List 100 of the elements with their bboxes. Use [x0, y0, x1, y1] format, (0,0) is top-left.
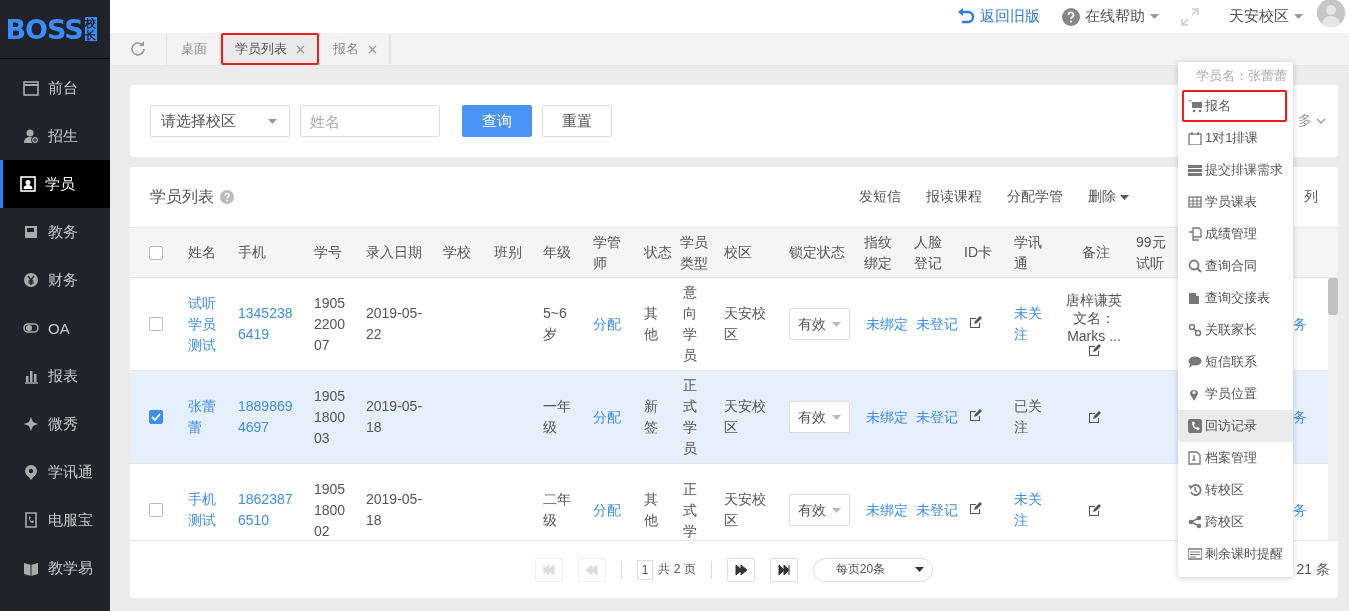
student-name-link[interactable]: 手机测试	[181, 489, 231, 531]
menu-item[interactable]: 档案管理	[1178, 442, 1293, 474]
column-header: 学号	[313, 243, 343, 262]
checkbox[interactable]	[148, 245, 163, 260]
campus-select[interactable]: 请选择校区	[150, 105, 290, 137]
menu-item[interactable]: 短信联系	[1178, 346, 1293, 378]
caret-icon	[832, 414, 841, 420]
total-count: 21 条	[1296, 560, 1331, 579]
table-cell-text: 二年级	[542, 490, 572, 530]
next-page-button[interactable]	[726, 557, 755, 582]
menu-item[interactable]: 报名	[1182, 90, 1287, 122]
close-icon[interactable]	[368, 44, 377, 54]
sidebar-item[interactable]: 教务	[0, 208, 110, 256]
help-menu[interactable]: 在线帮助	[1062, 7, 1159, 26]
logo: BOSS	[5, 13, 83, 45]
menu-item[interactable]: 跨校区	[1178, 506, 1293, 538]
checkbox[interactable]	[148, 503, 163, 517]
expand-icon[interactable]	[1181, 7, 1199, 26]
back-link[interactable]: 返回旧版	[957, 7, 1040, 26]
location-pin-icon	[23, 464, 39, 480]
lock-select[interactable]: 有效	[789, 494, 850, 526]
table-cell-text: 新签	[643, 397, 659, 437]
lock-select[interactable]: 有效	[789, 401, 850, 433]
toolbar-action[interactable]: 删除	[1088, 188, 1129, 206]
checkbox[interactable]	[148, 410, 163, 424]
table-cell-text: 2019-05-22	[365, 304, 424, 344]
sidebar-item[interactable]: 学讯通	[0, 448, 110, 496]
menu-item[interactable]: 成绩管理	[1178, 218, 1293, 250]
caret-icon	[268, 118, 277, 124]
follow-link[interactable]: 未关注	[1007, 303, 1059, 345]
sidebar-item[interactable]: 财务	[0, 256, 110, 304]
edit-icon[interactable]	[969, 408, 982, 422]
menu-item[interactable]: 转校区	[1178, 474, 1293, 506]
table-cell-text: 1905180002	[313, 479, 347, 540]
file-icon	[1188, 451, 1202, 465]
sidebar-item[interactable]: 报表	[0, 352, 110, 400]
sidebar-item[interactable]: 招生	[0, 112, 110, 160]
refresh-icon[interactable]	[129, 40, 147, 58]
edit-icon[interactable]	[1087, 503, 1101, 517]
sidebar-item[interactable]: OA	[0, 304, 110, 352]
column-header: 学管师	[592, 232, 622, 273]
page-field[interactable]: 1	[636, 559, 654, 580]
bind-link[interactable]: 未绑定	[857, 313, 907, 335]
toolbar-action[interactable]: 分配学管	[1007, 188, 1063, 206]
book-open-icon	[23, 560, 39, 576]
link-icon	[1188, 323, 1202, 337]
edit-icon[interactable]	[969, 501, 982, 515]
calendar-icon	[1188, 131, 1202, 145]
sidebar-item[interactable]: 前台	[0, 64, 110, 112]
column-header: 年级	[542, 243, 572, 262]
checkbox[interactable]	[148, 317, 163, 331]
share-icon	[1188, 515, 1202, 529]
tab[interactable]: 学员列表	[221, 33, 319, 65]
table-icon	[1188, 195, 1202, 209]
menu-item[interactable]: 查询交接表	[1178, 282, 1293, 314]
menu-item[interactable]: 学员课表	[1178, 186, 1293, 218]
reset-button[interactable]: 重置	[542, 105, 612, 137]
toolbar-action[interactable]: 发短信	[859, 188, 901, 206]
assign-link[interactable]: 分配	[586, 499, 637, 521]
menu-item[interactable]: 回访记录	[1178, 410, 1293, 442]
sidebar-item[interactable]: 教学易	[0, 544, 110, 592]
cart-icon	[1188, 99, 1202, 113]
help-icon	[1062, 7, 1080, 26]
fast-forward-icon	[733, 562, 748, 577]
menu-item[interactable]: 剩余课时提醒	[1178, 538, 1293, 570]
last-page-button[interactable]	[769, 557, 798, 582]
menu-item[interactable]: 查询合同	[1178, 250, 1293, 282]
logo-badge: 校长	[84, 17, 97, 41]
table-cell-text: 其他	[643, 490, 659, 530]
book-icon	[23, 224, 39, 240]
student-name-link[interactable]: 试听学员测试	[181, 292, 231, 356]
caret-icon	[915, 567, 925, 572]
caret-icon	[1120, 194, 1129, 200]
edit-icon[interactable]	[1087, 410, 1101, 424]
bind-link[interactable]: 未绑定	[857, 499, 907, 521]
follow-link[interactable]: 未关注	[1007, 489, 1059, 531]
sidebar-item[interactable]: 电服宝	[0, 496, 110, 544]
table-cell-text: 1905220007	[313, 293, 347, 355]
table-cell-text: 天安校区	[723, 304, 767, 344]
toolbar-action[interactable]: 报读课程	[926, 188, 982, 206]
avatar[interactable]	[1317, 0, 1345, 27]
campus-menu[interactable]: 天安校区	[1229, 7, 1303, 26]
menu-item[interactable]: 关联家长	[1178, 314, 1293, 346]
toolbar-action[interactable]: 列	[1304, 188, 1318, 206]
help-icon[interactable]	[220, 190, 234, 204]
close-icon[interactable]	[296, 44, 305, 54]
sidebar-item[interactable]: 学员	[0, 160, 110, 208]
menu-item[interactable]: 学员位置	[1178, 378, 1293, 410]
column-header: 备注	[1080, 243, 1111, 262]
table-cell-text: 正式学员	[682, 376, 698, 458]
sidebar-item[interactable]: 微秀	[0, 400, 110, 448]
assign-link[interactable]: 分配	[586, 313, 637, 335]
menu-item[interactable]: 提交排课需求	[1178, 154, 1293, 186]
edit-icon[interactable]	[969, 315, 982, 329]
menu-item[interactable]: 1对1排课	[1178, 122, 1293, 154]
scrollbar-thumb[interactable]	[1328, 278, 1338, 315]
table-cell-text: 天安校区	[723, 490, 767, 530]
edit-icon[interactable]	[1087, 343, 1101, 357]
name-field[interactable]: 姓名	[300, 105, 440, 137]
lock-select[interactable]: 有效	[789, 308, 850, 340]
